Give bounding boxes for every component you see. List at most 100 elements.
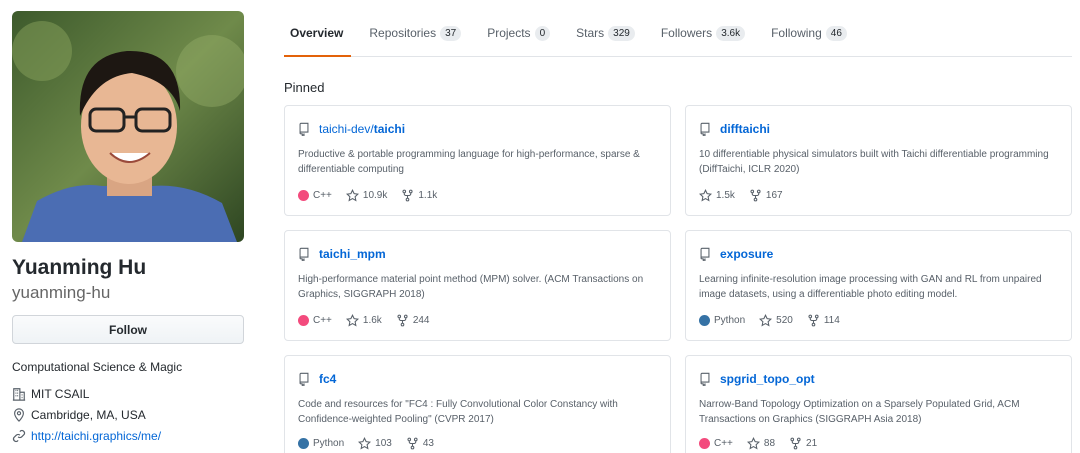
repo-description: Code and resources for "FC4 : Fully Conv… (298, 399, 618, 425)
star-icon (345, 189, 359, 202)
fork-icon (402, 189, 413, 202)
pinned-repo-card: exposure Learning infinite-resolution im… (685, 230, 1072, 341)
repo-meta: 1.5k 167 (699, 189, 797, 202)
repo-forks[interactable]: 114 (807, 314, 840, 327)
stars-count: 520 (776, 315, 793, 326)
organization-label: MIT CSAIL (31, 387, 90, 401)
tab-label: Repositories (369, 26, 437, 40)
repo-forks[interactable]: 244 (396, 314, 430, 327)
tab-label: Projects (487, 26, 531, 40)
profile-organization: MIT CSAIL (12, 387, 89, 401)
forks-count: 244 (412, 315, 430, 326)
repo-icon (700, 122, 710, 136)
repo-name-link[interactable]: spgrid_topo_opt (720, 372, 815, 386)
repo-name: exposure (720, 247, 774, 261)
language-label: C++ (313, 315, 332, 326)
star-icon (358, 437, 372, 450)
language-label: C++ (714, 438, 733, 449)
fork-icon (790, 437, 801, 450)
repo-name-link[interactable]: taichi_mpm (319, 247, 386, 261)
language-color-dot (298, 190, 309, 201)
repo-description: Narrow-Band Topology Optimization on a S… (699, 399, 1020, 425)
profile-website: http://taichi.graphics/me/ (12, 429, 161, 443)
repo-forks[interactable]: 167 (749, 189, 783, 202)
tab-counter: 3.6k (716, 25, 746, 41)
repo-name: taichi_mpm (319, 247, 386, 261)
pinned-repo-card: difftaichi 10 differentiable physical si… (685, 105, 1072, 216)
language-label: C++ (313, 190, 332, 201)
repo-language: C++ (298, 315, 332, 326)
language-label: Python (313, 438, 345, 449)
tab-label: Followers (660, 26, 713, 40)
link-icon (12, 429, 26, 443)
tab-counter: 0 (534, 25, 551, 41)
star-icon (699, 189, 712, 202)
repo-icon (700, 372, 710, 386)
repo-description: Productive & portable programming langua… (298, 149, 640, 175)
repo-language: C++ (298, 190, 332, 201)
language-label: Python (714, 315, 746, 326)
language-color-dot (298, 438, 309, 449)
repo-meta: C++ 88 21 (699, 437, 831, 450)
repo-name-link[interactable]: taichi-dev/taichi (319, 122, 405, 136)
star-icon (759, 314, 773, 327)
fork-icon (750, 189, 761, 202)
repo-name: fc4 (319, 372, 337, 386)
profile-username: yuanming-hu (12, 283, 111, 302)
tab-label: Stars (576, 26, 605, 40)
repo-description: Learning infinite-resolution image proce… (699, 274, 1042, 300)
repo-stars[interactable]: 88 (746, 437, 775, 450)
repo-name-link[interactable]: fc4 (319, 372, 336, 386)
repo-language: C++ (699, 438, 733, 449)
tab-repositories[interactable]: Repositories 37 (361, 10, 469, 56)
star-icon (746, 437, 760, 450)
forks-count: 114 (823, 315, 840, 326)
repo-forks[interactable]: 1.1k (401, 189, 437, 202)
repo-stars[interactable]: 520 (759, 314, 793, 327)
repo-forks[interactable]: 43 (406, 437, 434, 450)
stars-count: 103 (375, 438, 392, 449)
tab-overview[interactable]: Overview (284, 10, 352, 57)
repo-icon (299, 122, 309, 136)
website-link[interactable]: http://taichi.graphics/me/ (31, 429, 161, 443)
repo-name: difftaichi (720, 122, 770, 136)
stars-count: 1.6k (362, 315, 382, 326)
location-icon (14, 408, 24, 422)
tab-following[interactable]: Following 46 (763, 10, 855, 56)
profile-tabs: Overview Repositories 37 Projects 0 Star… (284, 10, 1072, 57)
repo-forks[interactable]: 21 (789, 437, 817, 450)
repo-description: 10 differentiable physical simulators bu… (699, 149, 1049, 175)
forks-count: 21 (806, 438, 818, 449)
pinned-repo-card: taichi-dev/taichi Productive & portable … (284, 105, 671, 216)
follow-button[interactable]: Follow (12, 315, 244, 344)
repo-stars[interactable]: 103 (358, 437, 392, 450)
tab-followers[interactable]: Followers 3.6k (653, 10, 753, 56)
pinned-repo-card: spgrid_topo_opt Narrow-Band Topology Opt… (685, 355, 1072, 453)
fork-icon (397, 314, 408, 327)
repo-stars[interactable]: 10.9k (345, 189, 387, 202)
repo-language: Python (298, 438, 344, 449)
stars-count: 1.5k (716, 190, 735, 201)
repo-name: spgrid_topo_opt (720, 372, 815, 386)
forks-count: 1.1k (418, 190, 438, 201)
tab-counter: 329 (608, 25, 635, 41)
tab-projects[interactable]: Projects 0 (479, 10, 558, 56)
repo-name-link[interactable]: exposure (720, 247, 773, 261)
repo-stars[interactable]: 1.6k (345, 314, 382, 327)
forks-count: 167 (765, 190, 783, 201)
fork-icon (407, 437, 418, 450)
organization-icon (12, 388, 26, 401)
repo-meta: C++ 1.6k 244 (298, 314, 444, 327)
repo-icon (299, 372, 309, 386)
forks-count: 43 (422, 438, 434, 449)
tab-label: Overview (290, 26, 344, 40)
profile-bio: Computational Science & Magic (12, 360, 183, 374)
pinned-heading: Pinned (284, 80, 325, 95)
repo-name-link[interactable]: difftaichi (720, 122, 770, 136)
repo-stars[interactable]: 1.5k (699, 189, 735, 202)
repo-icon (700, 247, 710, 261)
repo-icon (299, 247, 309, 261)
tab-stars[interactable]: Stars 329 (568, 10, 643, 56)
profile-avatar (12, 11, 244, 242)
repo-meta: Python 520 114 (699, 314, 854, 327)
